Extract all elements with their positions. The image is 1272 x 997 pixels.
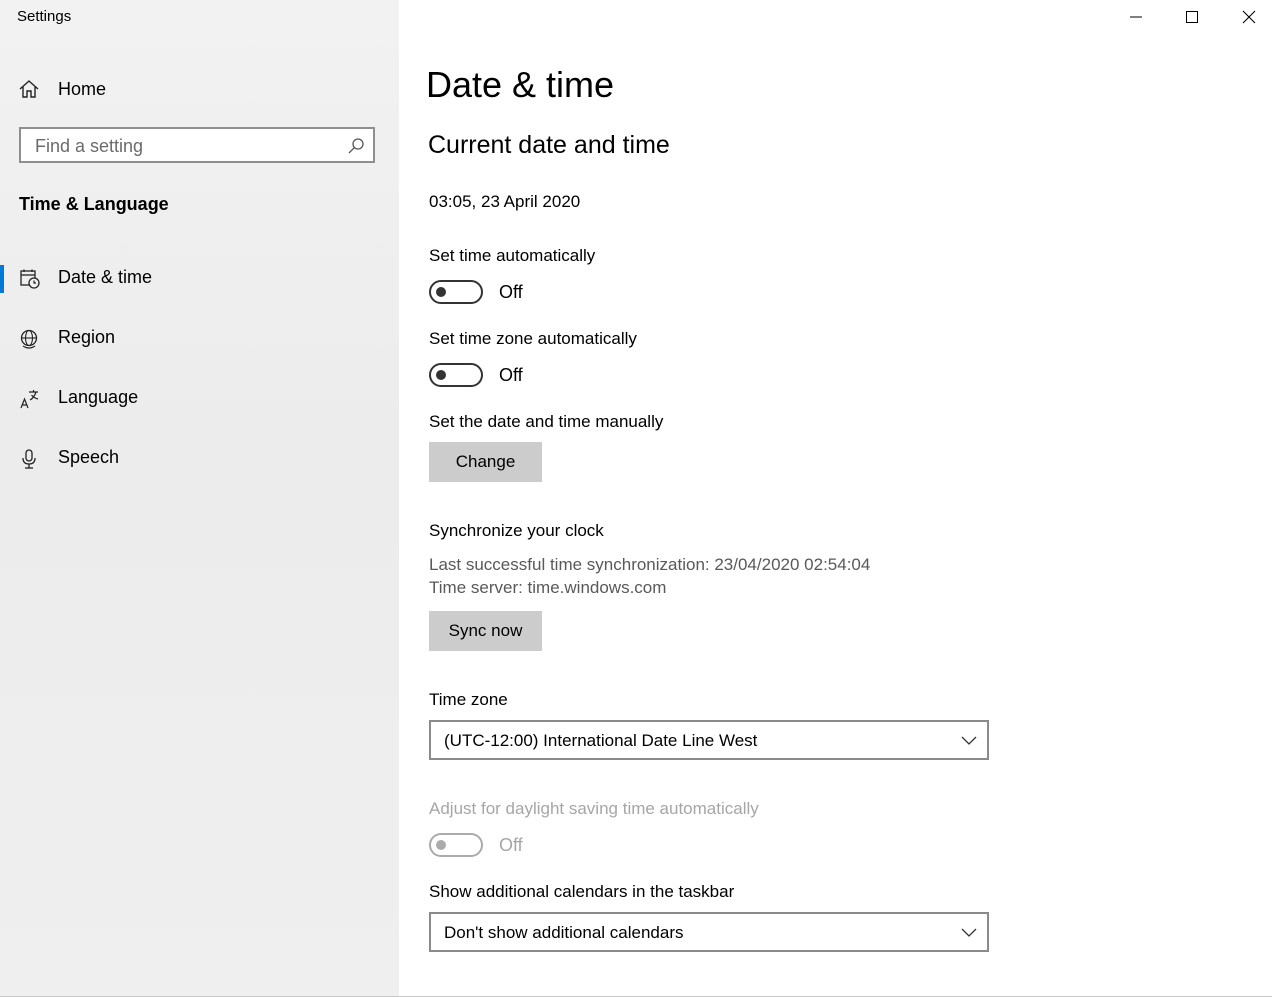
home-label: Home: [58, 78, 107, 99]
minimize-button[interactable]: [1108, 0, 1164, 34]
sidebar-item-language[interactable]: Language: [0, 379, 399, 419]
sidebar-item-label: Language: [58, 387, 139, 407]
minimize-icon: [1130, 16, 1142, 18]
search-input[interactable]: [21, 129, 337, 163]
chevron-down-icon: [961, 736, 977, 745]
dst-state: Off: [499, 835, 523, 855]
toggle-knob: [436, 287, 446, 297]
sidebar-item-label: Speech: [58, 447, 120, 467]
current-datetime: 03:05, 23 April 2020: [429, 192, 581, 211]
sidebar-item-label: Date & time: [58, 267, 153, 287]
home-icon: [19, 80, 39, 98]
selected-indicator: [0, 265, 4, 293]
main-content: Date & time Current date and time 03:05,…: [399, 0, 1272, 996]
sidebar-item-date-time[interactable]: Date & time: [0, 259, 399, 299]
sidebar-section-title: Time & Language: [19, 194, 169, 214]
calendars-dropdown[interactable]: Don't show additional calendars: [429, 912, 989, 952]
timezone-dropdown[interactable]: (UTC-12:00) International Date Line West: [429, 720, 989, 760]
search-icon[interactable]: [347, 137, 365, 155]
home-nav-item[interactable]: Home: [18, 74, 106, 104]
microphone-icon: [22, 449, 36, 469]
set-timezone-auto-toggle[interactable]: [429, 363, 483, 387]
sidebar: Settings Home Time & Language: [0, 0, 399, 996]
set-time-auto-toggle[interactable]: [429, 280, 483, 304]
page-title: Date & time: [426, 64, 615, 105]
set-timezone-auto-label: Set time zone automatically: [429, 329, 637, 348]
language-icon: [20, 390, 39, 409]
sidebar-item-region[interactable]: Region: [0, 319, 399, 359]
sync-title: Synchronize your clock: [429, 521, 604, 540]
last-sync-text: Last successful time synchronization: 23…: [429, 555, 871, 574]
time-server-text: Time server: time.windows.com: [429, 578, 667, 597]
toggle-knob: [436, 840, 446, 850]
set-time-auto-label: Set time automatically: [429, 246, 596, 265]
set-timezone-auto-state: Off: [499, 365, 523, 385]
globe-icon: [20, 329, 38, 349]
calendar-clock-icon: [20, 269, 40, 289]
sidebar-item-label: Region: [58, 327, 116, 347]
maximize-button[interactable]: [1164, 0, 1220, 34]
dst-label: Adjust for daylight saving time automati…: [429, 799, 759, 818]
dst-toggle: [429, 833, 483, 857]
set-time-auto-state: Off: [499, 282, 523, 302]
calendars-label: Show additional calendars in the taskbar: [429, 882, 735, 901]
section-title: Current date and time: [428, 131, 670, 159]
chevron-down-icon: [961, 928, 977, 937]
maximize-icon: [1186, 11, 1198, 23]
manual-set-label: Set the date and time manually: [429, 412, 664, 431]
close-icon: [1242, 10, 1256, 24]
sidebar-item-speech[interactable]: Speech: [0, 439, 399, 479]
window-title: Settings: [17, 8, 72, 25]
settings-window: Settings Home Time & Language: [0, 0, 1272, 997]
timezone-label: Time zone: [429, 690, 508, 709]
timezone-value: (UTC-12:00) International Date Line West: [444, 731, 758, 750]
close-button[interactable]: [1221, 0, 1272, 34]
search-box[interactable]: [19, 127, 375, 163]
toggle-knob: [436, 370, 446, 380]
calendars-value: Don't show additional calendars: [444, 923, 684, 942]
change-button[interactable]: Change: [429, 442, 542, 482]
sync-now-button[interactable]: Sync now: [429, 611, 542, 651]
